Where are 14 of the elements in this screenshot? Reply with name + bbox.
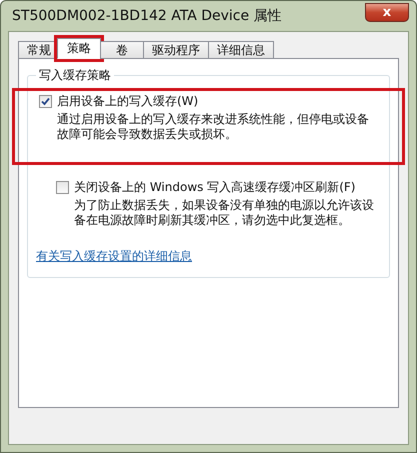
checkbox[interactable] — [56, 181, 69, 194]
tab[interactable]: 详细信息 — [208, 41, 274, 59]
checkbox-label[interactable]: 启用设备上的写入缓存(W) — [57, 93, 198, 110]
option-description: 通过启用设备上的写入缓存来改进系统性能，但停电或设备故障可能会导致数据丢失或损坏。 — [56, 112, 370, 142]
close-button[interactable]: x — [365, 2, 409, 22]
group-title: 写入缓存策略 — [36, 67, 114, 84]
option-description: 为了防止数据丢失，如果设备没有单独的电源以允许该设备在电源故障时刷新其缓冲区，请勿选中此复选框。 — [73, 198, 375, 228]
checkbox-label[interactable]: 关闭设备上的 Windows 写入高速缓存缓冲区刷新(F) — [74, 179, 356, 196]
window-title: ST500DM002-1BD142 ATA Device 属性 — [11, 7, 282, 25]
tab[interactable]: 策略 — [57, 38, 101, 59]
tab[interactable]: 驱动程序 — [143, 41, 209, 59]
checkbox[interactable] — [39, 95, 52, 108]
tab[interactable]: 卷 — [100, 41, 144, 59]
details-link[interactable]: 有关写入缓存设置的详细信息 — [36, 248, 381, 265]
